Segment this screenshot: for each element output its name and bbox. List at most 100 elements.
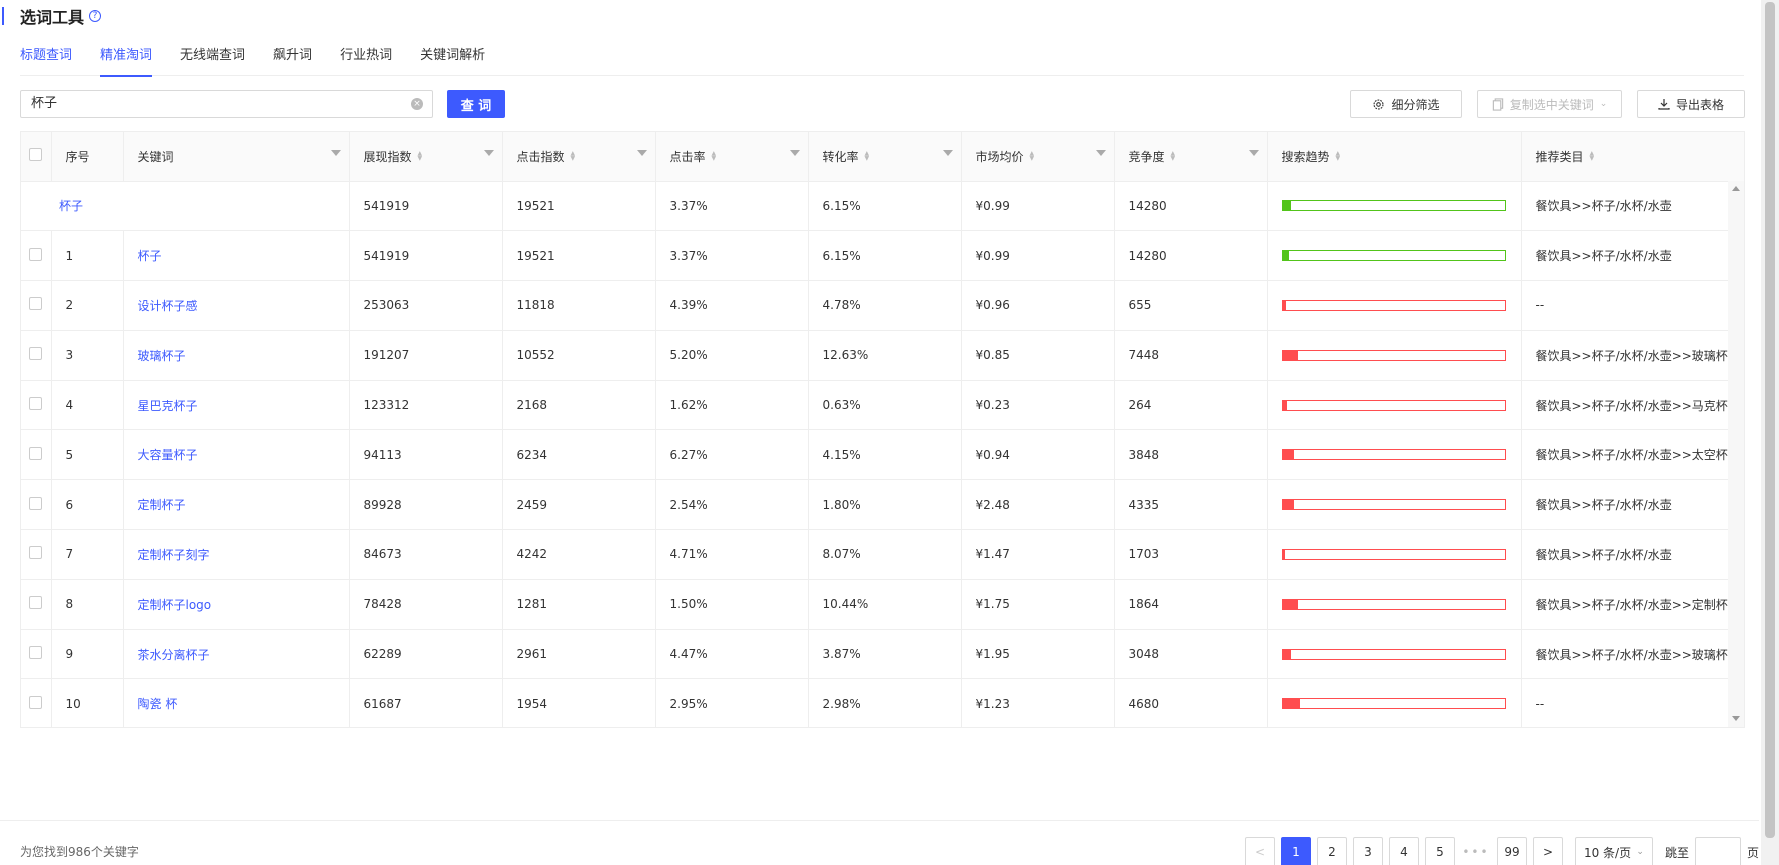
summary-keyword-link[interactable]: 杯子 xyxy=(59,199,83,213)
row-checkbox[interactable] xyxy=(29,546,42,560)
table-row[interactable]: 10 陶瓷 杯 61687 1954 2.95% 2.98% ¥1.23 4680 -- xyxy=(21,678,1744,727)
scroll-down-icon[interactable] xyxy=(1732,716,1740,721)
col-price[interactable]: 市场均价 ▲ ▼ xyxy=(961,132,1115,182)
page-scrollbar-thumb[interactable] xyxy=(1765,2,1775,838)
row-checkbox[interactable] xyxy=(29,496,42,510)
row-checkbox[interactable] xyxy=(29,596,42,610)
filter-icon[interactable] xyxy=(789,150,800,156)
table-row[interactable]: 9 茶水分离杯子 62289 2961 4.47% 3.87% ¥1.95 3048 餐饮具>>… xyxy=(21,629,1744,680)
page-button[interactable]: 2 xyxy=(1316,837,1347,865)
copy-selected-button[interactable]: 复制选中关键词 ⌄ xyxy=(1477,90,1622,118)
cell-keyword: 玻璃杯子 xyxy=(123,330,350,381)
keyword-link[interactable]: 定制杯子刻字 xyxy=(138,548,210,562)
row-select-cell[interactable] xyxy=(21,230,52,282)
tab-title-lookup[interactable]: 标题查词 xyxy=(20,44,72,76)
table-row[interactable]: 7 定制杯子刻字 84673 4242 4.71% 8.07% ¥1.47 1703 餐饮具>>… xyxy=(21,529,1744,580)
page-button[interactable]: 99 xyxy=(1496,837,1527,865)
sort-icon[interactable]: ▲ ▼ xyxy=(1590,151,1595,162)
filter-button[interactable]: 细分筛选 xyxy=(1350,90,1462,118)
keyword-link[interactable]: 杯子 xyxy=(138,249,162,263)
col-competition[interactable]: 竞争度 ▲ ▼ xyxy=(1114,132,1268,182)
row-checkbox[interactable] xyxy=(29,247,42,261)
row-select-cell[interactable] xyxy=(21,429,52,481)
keyword-link[interactable]: 设计杯子感 xyxy=(138,299,198,313)
export-button[interactable]: 导出表格 xyxy=(1637,90,1745,118)
col-trend[interactable]: 搜索趋势 ▲ ▼ xyxy=(1267,132,1522,182)
clear-icon[interactable]: × xyxy=(411,98,423,110)
keyword-link[interactable]: 大容量杯子 xyxy=(138,448,198,462)
row-checkbox[interactable] xyxy=(29,446,42,460)
table-row[interactable]: 5 大容量杯子 94113 6234 6.27% 4.15% ¥0.94 3848 餐饮具>>杯… xyxy=(21,429,1744,481)
keyword-link[interactable]: 星巴克杯子 xyxy=(138,399,198,413)
col-ctr[interactable]: 点击率 ▲ ▼ xyxy=(655,132,809,182)
row-checkbox[interactable] xyxy=(29,646,42,660)
page-ellipsis[interactable]: ••• xyxy=(1460,837,1491,865)
filter-icon[interactable] xyxy=(636,150,647,156)
tab-rising-keywords[interactable]: 飙升词 xyxy=(273,44,312,76)
cell-price: ¥2.48 xyxy=(961,479,1115,531)
next-page-button[interactable]: > xyxy=(1532,837,1563,865)
row-select-cell[interactable] xyxy=(21,579,52,630)
filter-icon[interactable] xyxy=(330,150,341,156)
keyword-link[interactable]: 陶瓷 杯 xyxy=(138,697,178,711)
sort-icon[interactable]: ▲ ▼ xyxy=(1030,151,1035,162)
tab-industry-hot-words[interactable]: 行业热词 xyxy=(340,44,392,76)
header-select-all[interactable] xyxy=(21,132,52,182)
row-select-cell[interactable] xyxy=(21,380,52,431)
col-impressions[interactable]: 展现指数 ▲ ▼ xyxy=(349,132,503,182)
page-scrollbar[interactable] xyxy=(1761,0,1779,865)
tab-mobile-lookup[interactable]: 无线端查词 xyxy=(180,44,245,76)
page-size-select[interactable]: 10 条/页 ⌄ xyxy=(1574,837,1653,865)
row-checkbox[interactable] xyxy=(29,397,42,411)
row-checkbox[interactable] xyxy=(29,695,42,709)
tab-keyword-analysis[interactable]: 关键词解析 xyxy=(420,44,485,76)
sort-icon[interactable]: ▲ ▼ xyxy=(418,151,423,162)
row-select-cell[interactable] xyxy=(21,330,52,381)
search-input[interactable]: 杯子 xyxy=(20,90,433,118)
filter-icon[interactable] xyxy=(1248,150,1259,156)
prev-page-button[interactable]: < xyxy=(1244,837,1275,865)
col-category[interactable]: 推荐类目 ▲ ▼ xyxy=(1521,132,1744,182)
sort-icon[interactable]: ▲ ▼ xyxy=(571,151,576,162)
table-row[interactable]: 1 杯子 541919 19521 3.37% 6.15% ¥0.99 14280 餐饮具>>杯… xyxy=(21,230,1744,282)
tab-precise-keywords[interactable]: 精准淘词 xyxy=(100,44,153,77)
row-checkbox[interactable] xyxy=(29,297,42,311)
keyword-link[interactable]: 玻璃杯子 xyxy=(138,349,186,363)
sort-icon[interactable]: ▲ ▼ xyxy=(712,151,717,162)
sort-icon[interactable]: ▲ ▼ xyxy=(1336,151,1341,162)
page-button[interactable]: 3 xyxy=(1352,837,1383,865)
row-select-cell[interactable] xyxy=(21,629,52,680)
keyword-link[interactable]: 定制杯子 xyxy=(138,498,186,512)
select-all-checkbox[interactable] xyxy=(29,148,42,162)
row-select-cell[interactable] xyxy=(21,280,52,331)
table-row[interactable]: 6 定制杯子 89928 2459 2.54% 1.80% ¥2.48 4335 餐饮具>>杯子… xyxy=(21,479,1744,531)
page-button[interactable]: 4 xyxy=(1388,837,1419,865)
row-select-cell[interactable] xyxy=(21,678,52,727)
col-clicks[interactable]: 点击指数 ▲ ▼ xyxy=(502,132,656,182)
keyword-link[interactable]: 茶水分离杯子 xyxy=(138,648,210,662)
page-button[interactable]: 5 xyxy=(1424,837,1455,865)
table-row[interactable]: 4 星巴克杯子 123312 2168 1.62% 0.63% ¥0.23 264 餐饮具>>杯… xyxy=(21,380,1744,431)
page-button[interactable]: 1 xyxy=(1280,837,1311,865)
filter-icon[interactable] xyxy=(483,150,494,156)
table-row[interactable]: 8 定制杯子logo 78428 1281 1.50% 10.44% ¥1.75 1864 餐饮… xyxy=(21,579,1744,630)
filter-icon[interactable] xyxy=(1095,150,1106,156)
col-keyword[interactable]: 关键词 xyxy=(123,132,350,182)
row-select-cell[interactable] xyxy=(21,529,52,580)
col-cvr[interactable]: 转化率 ▲ ▼ xyxy=(808,132,962,182)
row-checkbox[interactable] xyxy=(29,347,42,361)
keyword-link[interactable]: 定制杯子logo xyxy=(138,598,212,612)
help-icon[interactable]: ? xyxy=(89,10,102,22)
query-button[interactable]: 查 词 xyxy=(447,90,505,118)
table-scrollbar[interactable] xyxy=(1728,181,1744,727)
row-select-cell[interactable] xyxy=(21,479,52,531)
table-row[interactable]: 3 玻璃杯子 191207 10552 5.20% 12.63% ¥0.85 7448 餐饮具>… xyxy=(21,330,1744,381)
sort-icon[interactable]: ▲ ▼ xyxy=(1171,151,1176,162)
table-row[interactable]: 2 设计杯子感 253063 11818 4.39% 4.78% ¥0.96 655 -- xyxy=(21,280,1744,331)
trend-bar xyxy=(1281,598,1506,610)
scroll-up-icon[interactable] xyxy=(1732,186,1740,191)
jump-page-input[interactable] xyxy=(1694,837,1741,865)
filter-icon[interactable] xyxy=(942,150,953,156)
sort-icon[interactable]: ▲ ▼ xyxy=(865,151,870,162)
chevron-down-icon: ⌄ xyxy=(1636,847,1644,857)
